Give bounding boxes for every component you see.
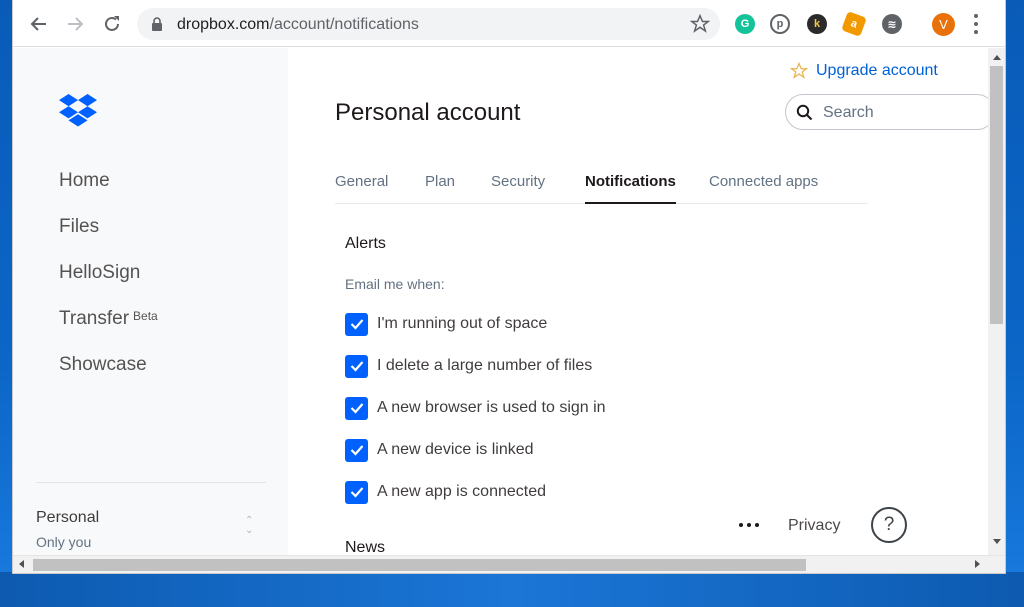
checkmark-icon	[350, 487, 363, 498]
sidebar-item-label: Transfer	[59, 308, 130, 329]
reload-icon	[105, 16, 119, 31]
back-arrow-icon	[30, 17, 46, 31]
email-me-when-label: Email me when:	[345, 276, 445, 292]
tab-security[interactable]: Security	[491, 173, 545, 204]
option-label: A new app is connected	[377, 483, 547, 500]
alerts-heading: Alerts	[345, 235, 386, 252]
sidebar-item-hellosign[interactable]: HelloSign	[59, 262, 158, 308]
sidebar-item-label: Showcase	[59, 354, 147, 375]
alert-option-new-browser[interactable]: A new browser is used to sign in	[345, 396, 606, 420]
tab-plan[interactable]: Plan	[425, 173, 455, 204]
option-label: A new device is linked	[377, 441, 534, 458]
forward-arrow-icon	[68, 17, 84, 31]
option-label: A new browser is used to sign in	[377, 399, 606, 416]
sidebar-item-label: Files	[59, 216, 100, 237]
dropbox-logo-icon[interactable]	[59, 94, 97, 132]
checkmark-icon	[350, 445, 363, 456]
keeper-extension-icon[interactable]: k	[807, 14, 827, 34]
url-path: /account/notifications	[269, 16, 419, 33]
alert-option-delete-files[interactable]: I delete a large number of files	[345, 354, 592, 378]
honey-extension-icon[interactable]: a	[841, 11, 867, 37]
pinterest-extension-icon[interactable]: p	[770, 14, 790, 34]
upgrade-account-link[interactable]: Upgrade account	[790, 62, 938, 80]
checkbox-checked[interactable]	[345, 312, 368, 336]
tab-connected-apps[interactable]: Connected apps	[709, 173, 818, 204]
option-label: I'm running out of space	[377, 315, 548, 332]
star-icon	[790, 62, 808, 79]
url-domain: dropbox.com	[177, 16, 270, 33]
beta-badge: Beta	[133, 309, 158, 323]
scroll-up-arrow-icon[interactable]	[993, 55, 1001, 60]
bookmark-star-icon[interactable]	[689, 13, 711, 39]
scroll-down-arrow-icon[interactable]	[993, 539, 1001, 544]
alert-option-new-device[interactable]: A new device is linked	[345, 438, 534, 462]
news-heading: News	[345, 539, 386, 555]
alert-option-new-app[interactable]: A new app is connected	[345, 480, 546, 504]
profile-avatar[interactable]: V	[932, 13, 955, 36]
search-input[interactable]: Search	[785, 94, 988, 130]
desktop-background	[0, 572, 1024, 607]
back-button[interactable]	[26, 11, 52, 37]
checkbox-checked[interactable]	[345, 480, 368, 504]
sidebar-item-label: Home	[59, 170, 110, 191]
scroll-left-arrow-icon[interactable]	[19, 560, 24, 568]
grammarly-extension-icon[interactable]: G	[735, 14, 755, 34]
browser-toolbar: dropbox.com/account/notifications G p k …	[13, 0, 1005, 47]
privacy-link[interactable]: Privacy	[788, 517, 840, 535]
main-content: Upgrade account Search Personal account …	[288, 48, 988, 555]
account-subtitle: Only you	[36, 534, 92, 550]
page-viewport: Home Files HelloSign Transfer Beta Showca…	[13, 48, 988, 555]
account-name[interactable]: Personal	[36, 509, 99, 527]
checkbox-checked[interactable]	[345, 354, 368, 378]
scroll-right-arrow-icon[interactable]	[975, 560, 980, 568]
search-icon	[796, 104, 813, 126]
sidebar-item-home[interactable]: Home	[59, 170, 158, 216]
horizontal-scrollbar[interactable]	[13, 555, 1005, 573]
browser-window: dropbox.com/account/notifications G p k …	[13, 0, 1005, 573]
option-label: I delete a large number of files	[377, 357, 593, 374]
sidebar-nav: Home Files HelloSign Transfer Beta Showca…	[59, 170, 158, 400]
vertical-scrollbar[interactable]	[988, 48, 1005, 555]
spotify-extension-icon[interactable]: ≋	[882, 14, 902, 34]
sidebar-item-showcase[interactable]: Showcase	[59, 354, 158, 400]
lock-icon	[151, 17, 163, 36]
sidebar-item-label: HelloSign	[59, 262, 141, 283]
reload-button[interactable]	[99, 11, 125, 37]
checkmark-icon	[350, 361, 363, 372]
forward-button[interactable]	[62, 11, 88, 37]
tab-general[interactable]: General	[335, 173, 388, 204]
checkmark-icon	[350, 403, 363, 414]
checkbox-checked[interactable]	[345, 396, 368, 420]
sidebar-divider	[36, 482, 266, 483]
account-switcher-icon[interactable]: ⌃ ⌄	[245, 516, 253, 536]
sidebar-item-transfer[interactable]: Transfer Beta	[59, 308, 158, 354]
account-tabs: General Plan Security Notifications Conn…	[335, 171, 868, 204]
sidebar-item-files[interactable]: Files	[59, 216, 158, 262]
checkmark-icon	[350, 319, 363, 330]
tab-notifications[interactable]: Notifications	[585, 173, 676, 204]
page-title: Personal account	[335, 99, 521, 126]
checkbox-checked[interactable]	[345, 438, 368, 462]
horizontal-scroll-thumb[interactable]	[33, 559, 806, 571]
browser-menu-icon[interactable]	[973, 14, 979, 34]
search-placeholder: Search	[823, 104, 874, 121]
address-bar[interactable]: dropbox.com/account/notifications	[137, 8, 720, 40]
more-options-icon[interactable]	[739, 518, 759, 532]
upgrade-label: Upgrade account	[816, 62, 938, 79]
alert-option-out-of-space[interactable]: I'm running out of space	[345, 312, 547, 336]
help-button[interactable]: ?	[871, 507, 907, 543]
sidebar: Home Files HelloSign Transfer Beta Showca…	[13, 48, 288, 555]
vertical-scroll-thumb[interactable]	[990, 66, 1003, 324]
url-text: dropbox.com/account/notifications	[177, 16, 419, 34]
